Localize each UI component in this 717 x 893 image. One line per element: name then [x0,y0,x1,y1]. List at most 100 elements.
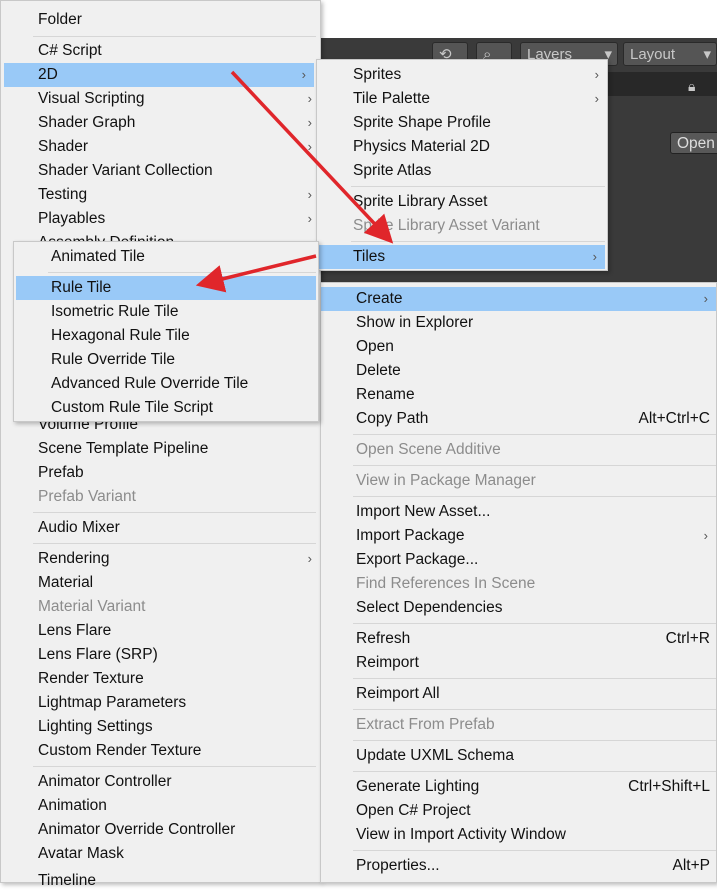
menu-item-label: Material Variant [38,598,146,615]
menu-item-prefab-variant: Prefab Variant [1,485,320,509]
open-button[interactable]: Open [670,132,717,154]
menu-item-lens-flare-srp[interactable]: Lens Flare (SRP) [1,643,320,667]
menu-item-open[interactable]: Open [321,335,716,359]
menu-item-shader[interactable]: Shader › [1,135,320,159]
menu-separator [353,709,716,710]
menu-item-delete[interactable]: Delete [321,359,716,383]
menu-item-lens-flare[interactable]: Lens Flare [1,619,320,643]
menu-item-timeline[interactable]: Timeline [1,869,320,893]
menu-item-label: Delete [356,362,401,379]
menu-item-advanced-rule-override-tile[interactable]: Advanced Rule Override Tile [14,372,318,396]
menu-item-label: Extract From Prefab [356,716,495,733]
menu-item-rule-tile[interactable]: Rule Tile [16,276,316,300]
menu-item-rename[interactable]: Rename [321,383,716,407]
menu-item-sprite-library-asset-variant: Sprite Library Asset Variant [317,214,607,238]
menu-item-shader-variant-collection[interactable]: Shader Variant Collection [1,159,320,183]
menu-item-label: Playables [38,210,106,227]
menu-item-label: C# Script [38,42,102,59]
menu-item-label: 2D [38,66,58,83]
menu-item-scene-template-pipeline[interactable]: Scene Template Pipeline [1,437,320,461]
menu-item-open-c-project[interactable]: Open C# Project [321,799,716,823]
menu-item-isometric-rule-tile[interactable]: Isometric Rule Tile [14,300,318,324]
menu-item-show-in-explorer[interactable]: Show in Explorer [321,311,716,335]
menu-item-label: Sprite Library Asset Variant [353,217,540,234]
menu-item-label: Testing [38,186,88,203]
menu-item-label: Audio Mixer [38,519,120,536]
chevron-right-icon: › [594,91,599,106]
menu-item-testing[interactable]: Testing › [1,183,320,207]
menu-item-rule-override-tile[interactable]: Rule Override Tile [14,348,318,372]
menu-item-refresh[interactable]: Refresh Ctrl+R [321,627,716,651]
menu-item-copy-path[interactable]: Copy Path Alt+Ctrl+C [321,407,716,431]
menu-item-create[interactable]: Create › [321,287,716,311]
menu-item-lighting-settings[interactable]: Lighting Settings [1,715,320,739]
menu-item-sprite-library-asset[interactable]: Sprite Library Asset [317,190,607,214]
menu-item-animated-tile[interactable]: Animated Tile [14,245,318,269]
menu-item-material[interactable]: Material [1,571,320,595]
menu-item-sprites[interactable]: Sprites › [317,63,607,87]
menu-item-select-dependencies[interactable]: Select Dependencies [321,596,716,620]
menu-item-sprite-atlas[interactable]: Sprite Atlas [317,159,607,183]
menu-item-label: Render Texture [38,670,144,687]
menu-item-export-package[interactable]: Export Package... [321,548,716,572]
menu-item-tiles[interactable]: Tiles › [319,245,605,269]
menu-item-folder[interactable]: Folder [1,8,320,32]
menu-item-tile-palette[interactable]: Tile Palette › [317,87,607,111]
menu-separator [351,186,605,187]
tiles-submenu: Animated Tile Rule Tile Isometric Rule Til… [13,241,319,422]
menu-item-custom-rule-tile-script[interactable]: Custom Rule Tile Script [14,396,318,420]
menu-separator [353,496,716,497]
menu-item-label: Animated Tile [51,248,145,265]
menu-item-custom-render-texture[interactable]: Custom Render Texture [1,739,320,763]
chevron-right-icon: › [307,115,312,130]
menu-item-render-texture[interactable]: Render Texture [1,667,320,691]
menu-item-shader-graph[interactable]: Shader Graph › [1,111,320,135]
menu-item-rendering[interactable]: Rendering › [1,547,320,571]
menu-item-label: Find References In Scene [356,575,536,592]
open-label: Open [677,135,715,152]
menu-item-label: View in Import Activity Window [356,826,566,843]
2d-submenu: Sprites › Tile Palette › Sprite Shape Profil… [316,59,608,271]
menu-item-audio-mixer[interactable]: Audio Mixer [1,516,320,540]
menu-separator [353,623,716,624]
menu-item-label: Hexagonal Rule Tile [51,327,190,344]
lock-icon[interactable]: 🔒︎ [688,78,695,95]
menu-item-playables[interactable]: Playables › [1,207,320,231]
menu-item-reimport[interactable]: Reimport [321,651,716,675]
menu-item-animation[interactable]: Animation [1,794,320,818]
menu-item-prefab[interactable]: Prefab [1,461,320,485]
menu-separator [33,543,316,544]
menu-item-animator-controller[interactable]: Animator Controller [1,770,320,794]
editor-title-area [320,0,717,38]
menu-item-label: Avatar Mask [38,845,124,862]
menu-item-sprite-shape-profile[interactable]: Sprite Shape Profile [317,111,607,135]
menu-separator [48,272,316,273]
shortcut-label: Alt+P [672,857,710,874]
menu-item-label: Material [38,574,94,591]
menu-item-reimport-all[interactable]: Reimport All [321,682,716,706]
menu-item-import-package[interactable]: Import Package › [321,524,716,548]
menu-item-update-uxml-schema[interactable]: Update UXML Schema [321,744,716,768]
menu-item-label: Update UXML Schema [356,747,514,764]
menu-item-generate-lighting[interactable]: Generate Lighting Ctrl+Shift+L [321,775,716,799]
menu-item-2d[interactable]: 2D › [4,63,314,87]
menu-item-physics-material-2d[interactable]: Physics Material 2D [317,135,607,159]
menu-item-visual-scripting[interactable]: Visual Scripting › [1,87,320,111]
menu-separator [353,465,716,466]
menu-item-hexagonal-rule-tile[interactable]: Hexagonal Rule Tile [14,324,318,348]
menu-item-label: Animator Override Controller [38,821,236,838]
menu-item-import-new-asset[interactable]: Import New Asset... [321,500,716,524]
menu-item-avatar-mask[interactable]: Avatar Mask [1,842,320,866]
menu-item-label: Shader Graph [38,114,136,131]
chevron-right-icon: › [307,551,312,566]
menu-separator [353,850,716,851]
menu-item-label: Reimport All [356,685,440,702]
layout-dropdown[interactable]: Layout ▾ [623,42,717,66]
menu-item-lightmap-parameters[interactable]: Lightmap Parameters [1,691,320,715]
menu-item-c-script[interactable]: C# Script [1,39,320,63]
menu-item-label: Animation [38,797,107,814]
menu-item-view-in-import-activity-window[interactable]: View in Import Activity Window [321,823,716,847]
menu-item-label: Export Package... [356,551,479,568]
menu-item-animator-override-controller[interactable]: Animator Override Controller [1,818,320,842]
menu-item-properties[interactable]: Properties... Alt+P [321,854,716,878]
